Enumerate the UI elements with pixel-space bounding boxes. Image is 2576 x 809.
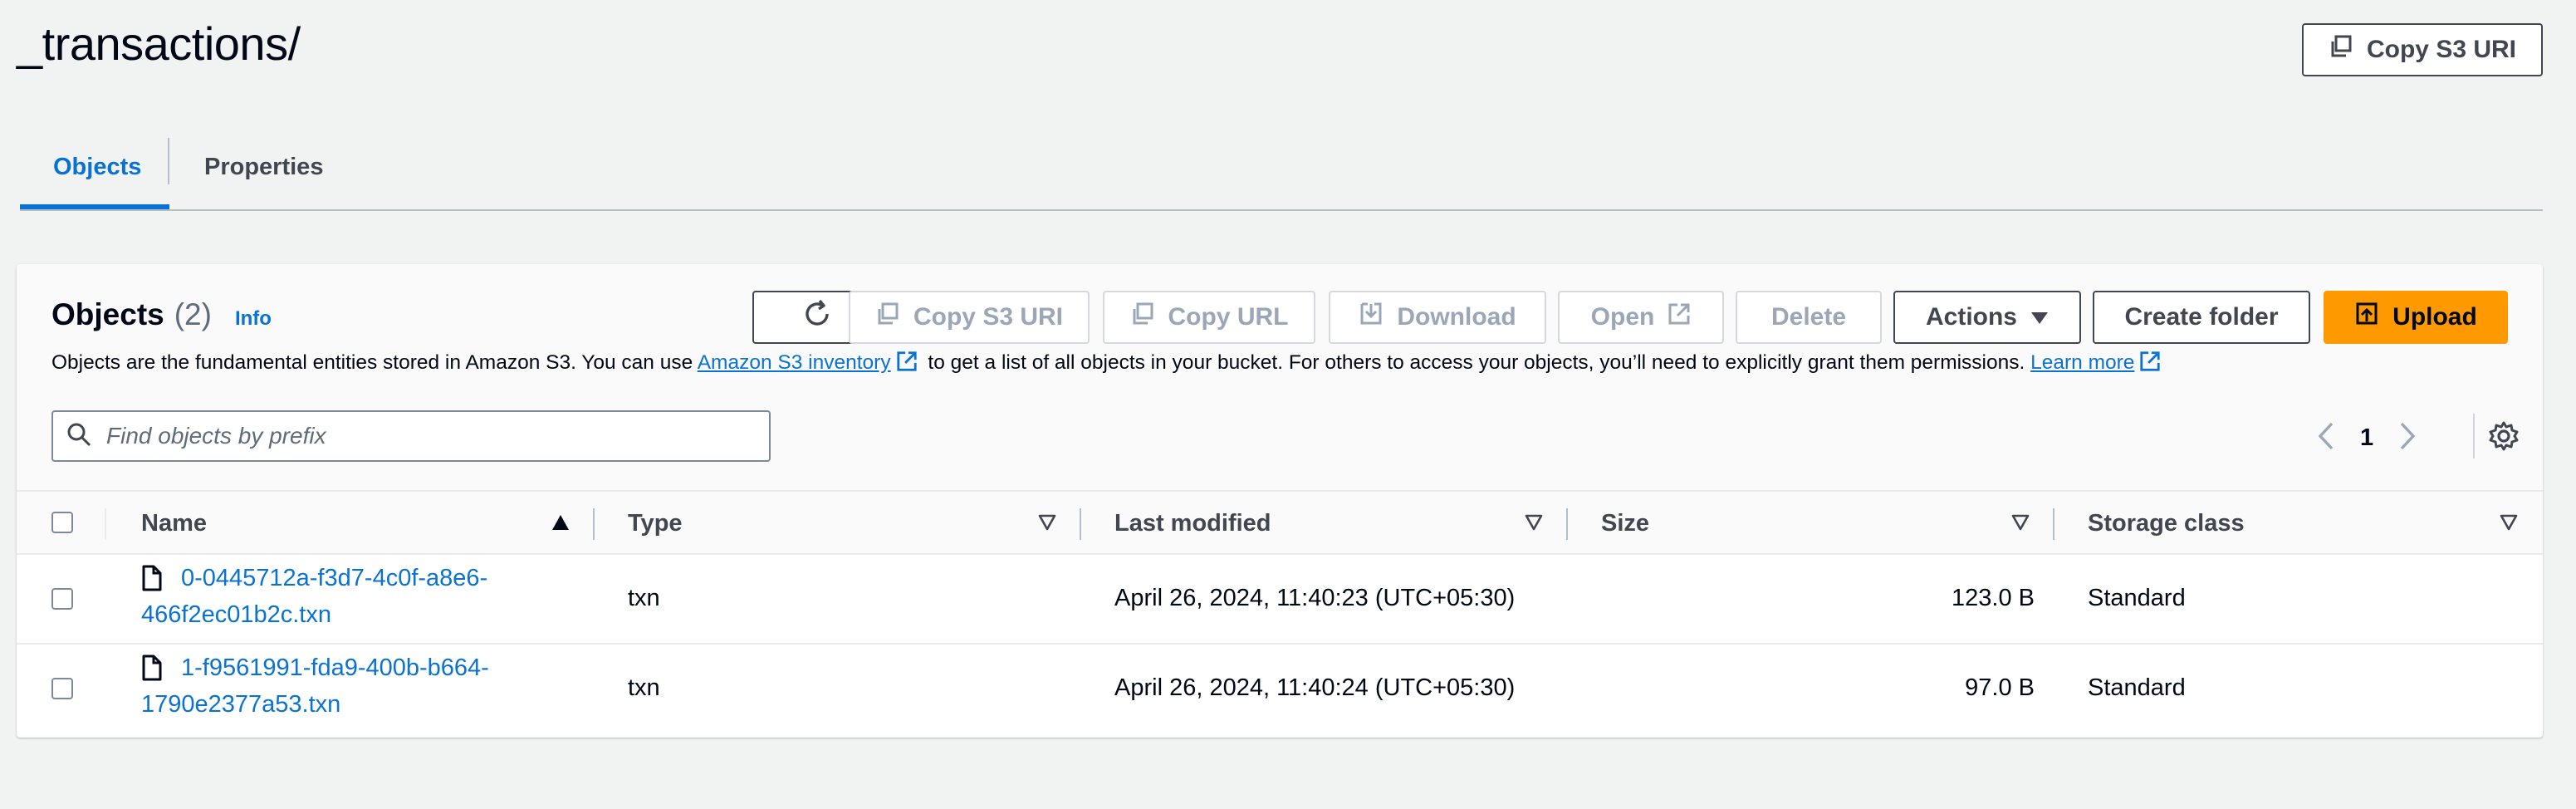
- object-type: txn: [628, 674, 660, 701]
- object-name-line2: 466f2ec01b2c.txn: [141, 601, 331, 628]
- create-folder-label: Create folder: [2124, 303, 2279, 331]
- gear-icon[interactable]: [2488, 420, 2520, 456]
- copy-icon: [2329, 34, 2353, 66]
- tab-bar: Objects Properties: [20, 125, 2543, 211]
- external-link-icon[interactable]: [896, 351, 918, 378]
- sort-ascending-icon[interactable]: [551, 514, 570, 535]
- copy-icon: [1130, 302, 1155, 333]
- table-row[interactable]: 0-0445712a-f3d7-4c0f-a8e6- 466f2ec01b2c.…: [17, 555, 2543, 645]
- object-name-link[interactable]: 1-f9561991-fda9-400b-b664- 1790e2377a53.…: [141, 650, 573, 723]
- header-copy-s3-uri-label: Copy S3 URI: [2366, 36, 2517, 63]
- column-header-name[interactable]: Name: [141, 492, 207, 555]
- column-separator: [105, 508, 106, 540]
- chevron-left-icon[interactable]: [2317, 422, 2335, 454]
- row-checkbox[interactable]: [51, 678, 73, 699]
- row-checkbox[interactable]: [51, 588, 73, 610]
- column-header-storage-class[interactable]: Storage class: [2088, 492, 2245, 555]
- sort-descending-icon[interactable]: [1038, 514, 1056, 535]
- column-separator[interactable]: [1080, 508, 1081, 540]
- objects-description: Objects are the fundamental entities sto…: [51, 351, 2166, 378]
- upload-button[interactable]: Upload: [2324, 291, 2508, 344]
- objects-count: (2): [174, 297, 212, 331]
- tab-properties[interactable]: Properties: [204, 125, 323, 209]
- sort-descending-icon[interactable]: [2011, 514, 2030, 535]
- info-link[interactable]: Info: [235, 307, 272, 331]
- current-page-number[interactable]: 1: [2360, 424, 2373, 452]
- tab-objects[interactable]: Objects: [53, 125, 141, 209]
- copy-icon: [875, 302, 900, 333]
- upload-label: Upload: [2392, 303, 2477, 331]
- delete-button[interactable]: Delete: [1736, 291, 1882, 344]
- object-last-modified: April 26, 2024, 11:40:23 (UTC+05:30): [1114, 585, 1516, 611]
- search-icon: [66, 422, 91, 451]
- copy-s3-uri-label: Copy S3 URI: [913, 303, 1064, 331]
- download-icon: [1359, 302, 1383, 333]
- object-name-link[interactable]: 0-0445712a-f3d7-4c0f-a8e6- 466f2ec01b2c.…: [141, 560, 573, 633]
- select-all-checkbox[interactable]: [51, 512, 73, 533]
- column-header-type[interactable]: Type: [628, 492, 683, 555]
- open-label: Open: [1590, 303, 1655, 331]
- search-input[interactable]: [106, 423, 754, 449]
- objects-heading: Objects (2) Info: [51, 297, 272, 332]
- object-size: 123.0 B: [1952, 585, 2035, 611]
- column-header-last-modified[interactable]: Last modified: [1114, 492, 1271, 555]
- upload-icon: [2354, 302, 2379, 333]
- table-row[interactable]: 1-f9561991-fda9-400b-b664- 1790e2377a53.…: [17, 645, 2543, 736]
- object-type: txn: [628, 585, 660, 611]
- actions-dropdown-button[interactable]: Actions: [1893, 291, 2081, 344]
- active-tab-indicator: [20, 204, 169, 209]
- create-folder-button[interactable]: Create folder: [2093, 291, 2310, 344]
- pagination-divider: [2473, 414, 2475, 458]
- sort-descending-icon[interactable]: [1525, 514, 1543, 535]
- search-box: [51, 410, 771, 462]
- refresh-icon: [801, 298, 833, 336]
- description-text-before: Objects are the fundamental entities sto…: [51, 351, 693, 374]
- pagination: 1: [2317, 422, 2417, 454]
- object-name-line1: 0-0445712a-f3d7-4c0f-a8e6-: [181, 565, 488, 591]
- objects-title: Objects: [51, 297, 164, 331]
- amazon-s3-inventory-link[interactable]: Amazon S3 inventory: [698, 351, 891, 374]
- open-button[interactable]: Open: [1558, 291, 1724, 344]
- tab-divider: [168, 138, 169, 184]
- delete-label: Delete: [1770, 303, 1847, 331]
- sort-descending-icon[interactable]: [2500, 514, 2518, 535]
- object-last-modified: April 26, 2024, 11:40:24 (UTC+05:30): [1114, 674, 1516, 701]
- column-separator[interactable]: [1566, 508, 1568, 540]
- object-size: 97.0 B: [1965, 674, 2035, 701]
- caret-down-icon: [2030, 303, 2049, 331]
- description-text-after: to get a list of all objects in your buc…: [928, 351, 2025, 374]
- actions-label: Actions: [1925, 303, 2017, 331]
- objects-panel: Objects (2) Info Copy S3 URI Copy URL Do…: [17, 264, 2543, 738]
- column-separator[interactable]: [593, 508, 595, 540]
- external-link-icon[interactable]: [2139, 351, 2161, 378]
- download-label: Download: [1397, 303, 1516, 331]
- column-header-size[interactable]: Size: [1601, 492, 1649, 555]
- chevron-right-icon[interactable]: [2398, 422, 2417, 454]
- object-name-line1: 1-f9561991-fda9-400b-b664-: [181, 655, 489, 681]
- header-copy-s3-uri-button[interactable]: Copy S3 URI: [2302, 23, 2543, 76]
- table-header: Name Type Last modified Size Storage cla…: [17, 490, 2543, 555]
- external-link-icon: [1668, 302, 1691, 332]
- copy-url-button[interactable]: Copy URL: [1103, 291, 1315, 344]
- download-button[interactable]: Download: [1329, 291, 1546, 344]
- object-storage-class: Standard: [2088, 674, 2186, 701]
- learn-more-link[interactable]: Learn more: [2030, 351, 2134, 374]
- copy-url-label: Copy URL: [1168, 303, 1289, 331]
- object-name-line2: 1790e2377a53.txn: [141, 691, 341, 718]
- copy-s3-uri-button[interactable]: Copy S3 URI: [849, 291, 1090, 344]
- page-title: _transactions/: [17, 17, 301, 70]
- object-storage-class: Standard: [2088, 585, 2186, 611]
- column-separator[interactable]: [2053, 508, 2054, 540]
